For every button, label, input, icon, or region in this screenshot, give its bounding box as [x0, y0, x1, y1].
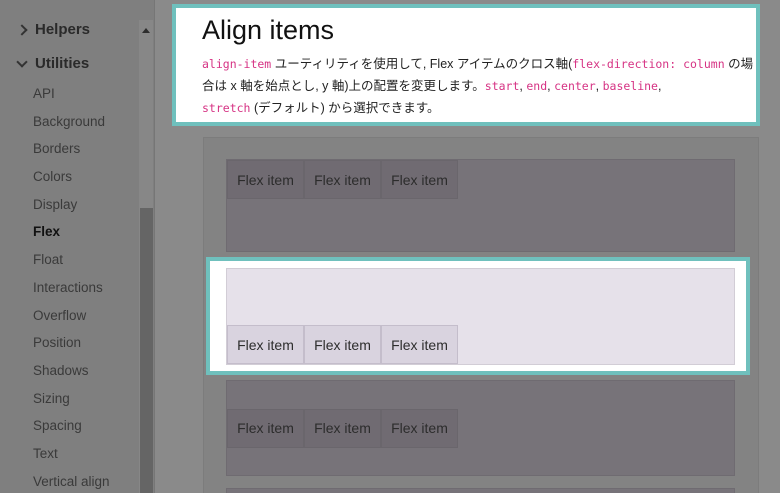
sidebar-item-float[interactable]: Float: [33, 251, 110, 279]
flex-item: Flex item: [381, 408, 458, 448]
sidebar-item-spacing[interactable]: Spacing: [33, 417, 110, 445]
flex-item: Flex item: [381, 325, 458, 364]
align-items-next-demo: [226, 488, 735, 493]
sidebar-item-display[interactable]: Display: [33, 196, 110, 224]
flex-item: Flex item: [227, 408, 304, 448]
separator: ,: [657, 79, 662, 93]
align-items-callout: Align items align-item ユーティリティを使用して, Fle…: [172, 4, 760, 126]
sidebar-scrollbar-thumb[interactable]: [140, 208, 153, 493]
code-center: center: [554, 79, 596, 93]
flex-item: Flex item: [304, 408, 381, 448]
flex-item: Flex item: [227, 325, 304, 364]
code-baseline: baseline: [602, 79, 658, 93]
sidebar-item-borders[interactable]: Borders: [33, 140, 110, 168]
sidebar-item-vertical-align[interactable]: Vertical align: [33, 473, 110, 493]
code-end: end: [526, 79, 548, 93]
flex-item: Flex item: [381, 160, 458, 199]
sidebar-item-sizing[interactable]: Sizing: [33, 390, 110, 418]
sidebar-item-position[interactable]: Position: [33, 334, 110, 362]
sidebar-item-background[interactable]: Background: [33, 113, 110, 141]
section-title: Align items: [202, 15, 335, 45]
sidebar-item-colors[interactable]: Colors: [33, 168, 110, 196]
sidebar-item-flex[interactable]: Flex: [33, 223, 110, 251]
section-description: align-item ユーティリティを使用して, Flex アイテムのクロス軸(…: [202, 53, 762, 119]
flex-item: Flex item: [227, 160, 304, 199]
align-items-center-demo: Flex item Flex item Flex item: [226, 380, 735, 476]
sidebar-item-interactions[interactable]: Interactions: [33, 279, 110, 307]
sidebar-group-utilities[interactable]: Utilities: [16, 55, 90, 72]
code-align-item: align-item: [202, 57, 272, 71]
sidebar-item-text[interactable]: Text: [33, 445, 110, 473]
code-flex-direction: flex-direction: column: [572, 57, 725, 71]
code-stretch: stretch: [202, 101, 251, 115]
sidebar-item-api[interactable]: API: [33, 85, 110, 113]
flex-item: Flex item: [304, 325, 381, 364]
sidebar-group-helpers-label: Helpers: [35, 21, 91, 38]
description-text-1: ユーティリティを使用して, Flex アイテムのクロス軸(: [271, 57, 573, 71]
sidebar-group-utilities-label: Utilities: [35, 55, 90, 72]
separator: ,: [595, 79, 603, 93]
description-text-3: (デフォルト) から選択できます。: [250, 101, 440, 115]
chevron-down-icon: [16, 55, 28, 68]
sidebar: Helpers Utilities API Background Borders…: [0, 0, 155, 493]
align-items-start-demo: Flex item Flex item Flex item: [226, 159, 735, 252]
code-start: start: [484, 79, 520, 93]
chevron-right-icon: [16, 23, 28, 36]
sidebar-item-shadows[interactable]: Shadows: [33, 362, 110, 390]
sidebar-item-overflow[interactable]: Overflow: [33, 307, 110, 335]
align-items-end-demo: Flex item Flex item Flex item: [226, 268, 735, 365]
sidebar-utilities-list: API Background Borders Colors Display Fl…: [33, 85, 110, 493]
flex-item: Flex item: [304, 160, 381, 199]
sidebar-group-helpers[interactable]: Helpers: [16, 21, 91, 38]
scroll-up-arrow-icon[interactable]: [142, 28, 150, 33]
